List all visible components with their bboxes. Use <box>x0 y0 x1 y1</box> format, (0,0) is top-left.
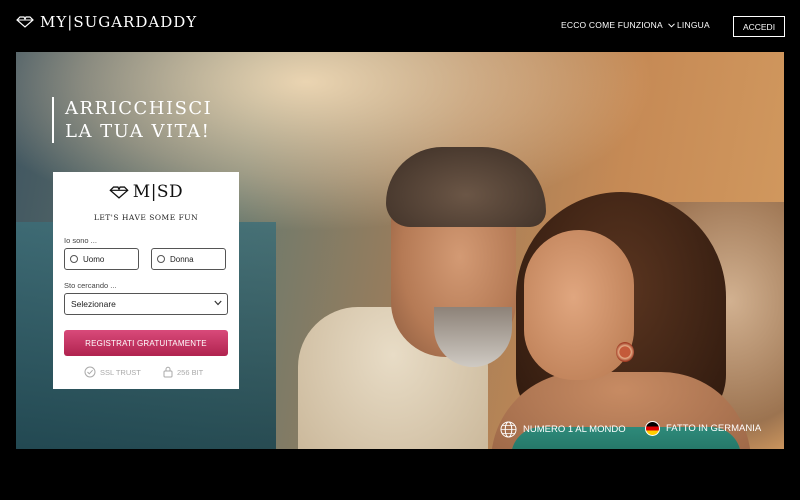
tagline-line-1: ARRICCHISCI <box>65 98 213 119</box>
feature-number-one: NUMERO 1 AL MONDO <box>500 421 626 438</box>
chevron-down-icon <box>668 22 675 28</box>
germany-flag-icon <box>645 421 660 436</box>
card-logo: M|SD <box>53 182 239 202</box>
card-logo-text: M|SD <box>132 182 184 202</box>
radio-icon <box>70 255 78 263</box>
tagline-line-2: LA TUA VITA! <box>65 121 211 142</box>
logo-text: MY|SUGARDADDY <box>40 13 198 31</box>
seeking-label: Sto cercando ... <box>64 281 117 290</box>
hero-tagline: ARRICCHISCI LA TUA VITA! <box>52 97 212 143</box>
check-circle-icon <box>84 366 96 378</box>
nav-language[interactable]: LINGUA <box>668 20 710 30</box>
card-slogan: LET'S HAVE SOME FUN <box>93 213 199 222</box>
encryption-label: 256 BIT <box>177 367 204 377</box>
i-am-label: Io sono ... <box>64 236 97 245</box>
signup-card: M|SD LET'S HAVE SOME FUN Io sono ... Uom… <box>53 172 239 389</box>
seeking-select[interactable]: Selezionare <box>64 293 228 315</box>
gender-man-label: Uomo <box>83 254 105 264</box>
chevron-down-icon <box>214 300 222 306</box>
feature-made-in-germany: FATTO IN GERMANIA <box>645 421 761 436</box>
seeking-select-value: Selezionare <box>71 299 116 309</box>
diamond-logo-icon <box>16 16 34 28</box>
globe-icon <box>500 421 517 438</box>
encryption-badge: 256 BIT <box>163 366 203 378</box>
lock-icon <box>163 366 173 378</box>
gender-woman-label: Donna <box>170 254 194 264</box>
nav-how-it-works[interactable]: ECCO COME FUNZIONA <box>561 20 663 30</box>
register-button[interactable]: REGISTRATI GRATUITAMENTE <box>64 330 228 356</box>
gender-man-radio[interactable]: Uomo <box>64 248 139 270</box>
nav-language-label: LINGUA <box>677 20 710 30</box>
radio-icon <box>157 255 165 263</box>
login-button[interactable]: ACCEDI <box>733 16 785 37</box>
gender-woman-radio[interactable]: Donna <box>151 248 226 270</box>
site-logo[interactable]: MY|SUGARDADDY <box>16 13 197 31</box>
top-bar: MY|SUGARDADDY ECCO COME FUNZIONA LINGUA … <box>0 0 800 52</box>
feature-germany-label: FATTO IN GERMANIA <box>666 423 762 434</box>
feature-number-one-label: NUMERO 1 AL MONDO <box>523 424 626 435</box>
ssl-trust-badge: SSL TRUST <box>84 366 141 378</box>
diamond-logo-icon <box>109 185 129 199</box>
ssl-trust-label: SSL TRUST <box>100 367 141 377</box>
